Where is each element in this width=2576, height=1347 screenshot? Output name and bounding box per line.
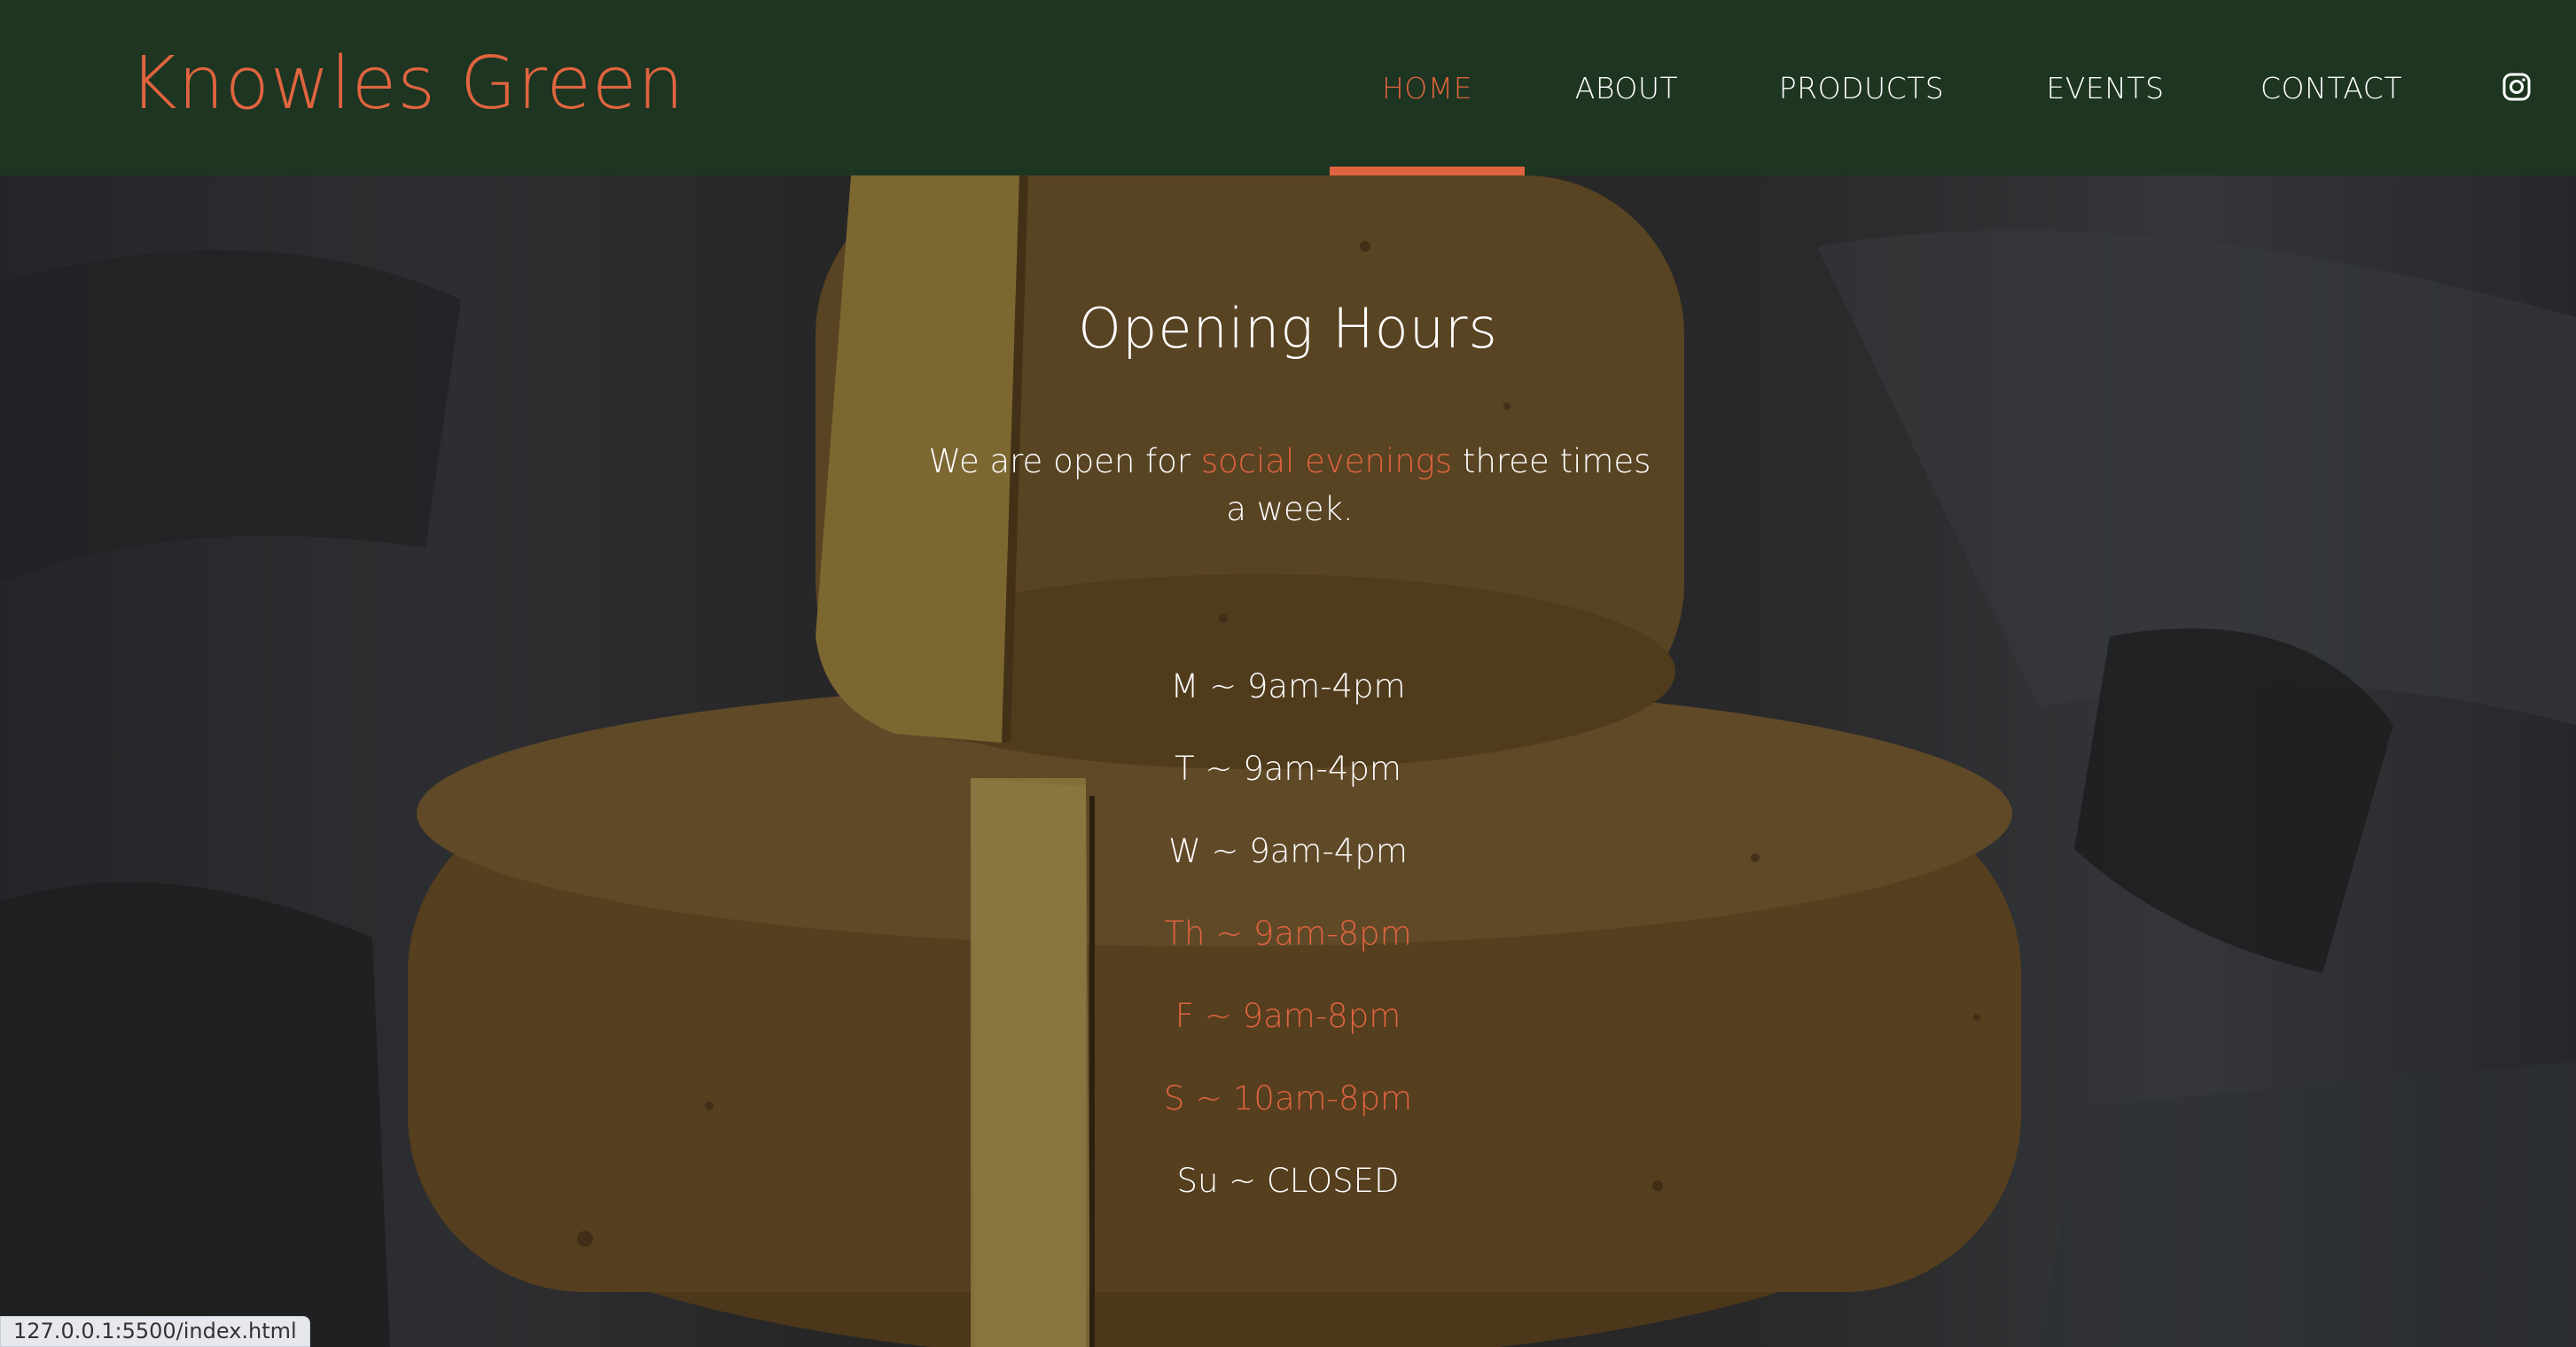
opening-hours-intro: We are open for social evenings three ti… (922, 438, 1658, 533)
nav-about[interactable]: ABOUT (1542, 0, 1711, 175)
hours-saturday: S ~ 10am-8pm (1163, 1079, 1413, 1117)
hours-sunday: Su ~ CLOSED (1176, 1162, 1400, 1200)
hours-thursday: Th ~ 9am-8pm (1164, 915, 1412, 953)
hours-wednesday: W ~ 9am-4pm (1168, 832, 1408, 870)
hours-friday: F ~ 9am-8pm (1175, 997, 1401, 1035)
nav-home[interactable]: HOME (1330, 0, 1525, 175)
hours-list: M ~ 9am-4pm T ~ 9am-4pm W ~ 9am-4pm Th ~… (0, 645, 2576, 1222)
hours-monday: M ~ 9am-4pm (1170, 667, 1406, 705)
instagram-icon[interactable] (2502, 73, 2531, 101)
browser-status-url: 127.0.0.1:5500/index.html (0, 1316, 310, 1347)
brand-logo[interactable]: Knowles Green (129, 41, 684, 128)
social-evenings-highlight: social evenings (1200, 442, 1453, 480)
opening-hours-title: Opening Hours (1078, 296, 1498, 361)
hours-tuesday: T ~ 9am-4pm (1175, 750, 1401, 788)
intro-text-start: We are open for (928, 442, 1201, 480)
nav-products[interactable]: PRODUCTS (1755, 0, 1968, 175)
nav-contact[interactable]: CONTACT (2243, 0, 2420, 175)
active-nav-indicator (1330, 167, 1525, 175)
hero-section: Opening Hours We are open for social eve… (0, 175, 2576, 1347)
site-header: Knowles Green HOME ABOUT PRODUCTS EVENTS… (0, 0, 2576, 175)
nav-events[interactable]: EVENTS (2030, 0, 2181, 175)
opening-hours-panel: Opening Hours We are open for social eve… (0, 175, 2576, 1347)
